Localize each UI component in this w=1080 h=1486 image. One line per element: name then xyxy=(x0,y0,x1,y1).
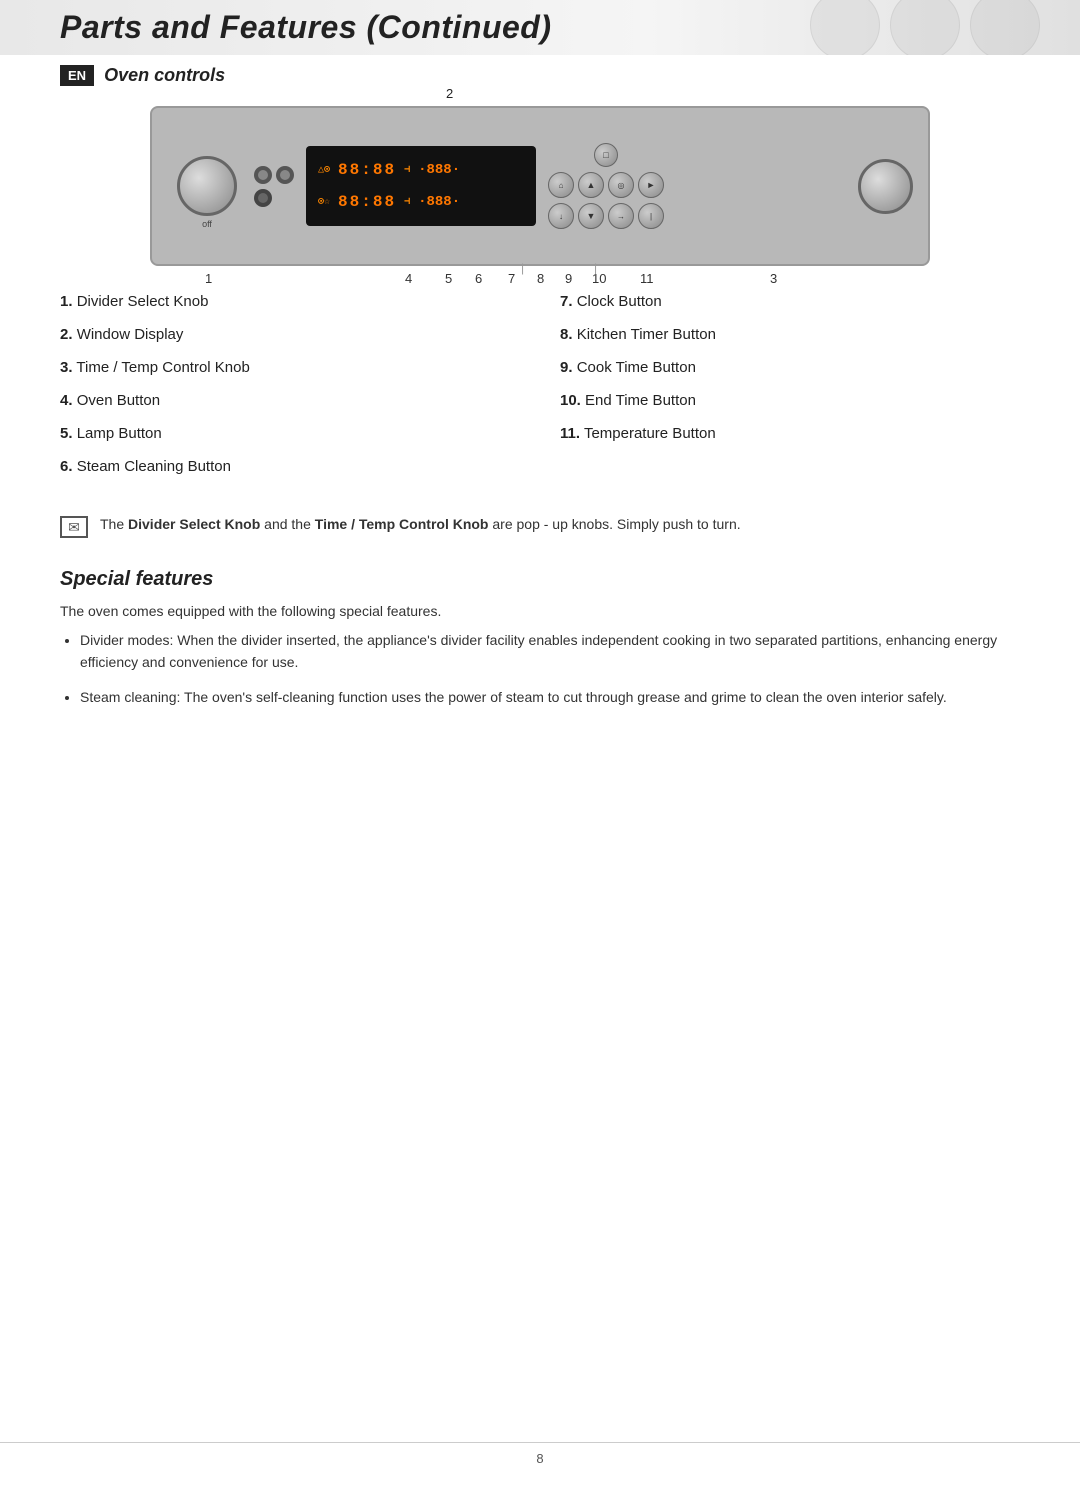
lamp-button[interactable]: ⌂ xyxy=(548,172,574,198)
part-item-10: 10. End Time Button xyxy=(560,390,1020,411)
part-num-3: 3. xyxy=(60,359,73,376)
page-footer: 8 xyxy=(0,1442,1080,1466)
diagram-num2-label: 2 xyxy=(446,86,453,101)
label-11: 11 xyxy=(640,271,654,286)
part-item-2: 2. Window Display xyxy=(60,324,520,345)
part-label-8: Kitchen Timer Button xyxy=(577,326,716,343)
part-item-1: 1. Divider Select Knob xyxy=(60,291,520,312)
oven-controls-label: Oven controls xyxy=(104,65,225,86)
note-text: The Divider Select Knob and the Time / T… xyxy=(100,514,741,535)
label-6: 6 xyxy=(475,271,482,286)
part-num-11: 11. xyxy=(560,425,580,442)
en-badge: EN xyxy=(60,65,94,86)
display-temp-2: ·888· xyxy=(418,194,460,210)
part-item-6: 6. Steam Cleaning Button xyxy=(60,456,520,477)
label-8: 8 xyxy=(537,271,544,286)
oven-diagram-container: 2 △⊙ xyxy=(150,106,930,271)
part-num-8: 8. xyxy=(560,326,573,343)
part-label-2: Window Display xyxy=(77,326,184,343)
indicators xyxy=(254,166,294,207)
display-digits-1: 88:88 xyxy=(338,161,396,179)
features-list: Divider modes: When the divider inserted… xyxy=(60,629,1020,708)
parts-list: 1. Divider Select Knob 2. Window Display… xyxy=(60,291,1020,489)
label-4: 4 xyxy=(405,271,412,286)
part-label-4: Oven Button xyxy=(77,392,160,409)
display-digits-2: 88:88 xyxy=(338,193,396,211)
part-label-3: Time / Temp Control Knob xyxy=(76,359,249,376)
special-features-section: Special features The oven comes equipped… xyxy=(60,568,1020,708)
oven-button[interactable]: □ xyxy=(594,143,618,167)
features-intro: The oven comes equipped with the followi… xyxy=(60,603,1020,619)
feature-item-1: Divider modes: When the divider inserted… xyxy=(80,629,1020,674)
circle-button[interactable]: ◎ xyxy=(608,172,634,198)
part-label-9: Cook Time Button xyxy=(577,359,696,376)
header-decoration xyxy=(810,0,1040,55)
parts-col-right: 7. Clock Button 8. Kitchen Timer Button … xyxy=(560,291,1020,489)
note-text-after: are pop - up knobs. Simply push to turn. xyxy=(488,516,740,532)
display-icon-2: ⊙☆ xyxy=(318,196,330,208)
part-label-1: Divider Select Knob xyxy=(77,293,209,310)
up-arrow[interactable]: ▲ xyxy=(578,172,604,198)
page-header: Parts and Features (Continued) xyxy=(0,0,1080,55)
time-temp-control-knob[interactable] xyxy=(858,159,913,214)
label-5: 5 xyxy=(445,271,452,286)
label-3: 3 xyxy=(770,271,777,286)
oven-control-panel: △⊙ 88:88 ⊣ ·888· ⊙☆ 88:88 ⊣ ·888· xyxy=(150,106,930,266)
part-label-5: Lamp Button xyxy=(77,425,162,442)
part-num-4: 4. xyxy=(60,392,73,409)
kitchen-timer-button[interactable]: | xyxy=(638,203,664,229)
part-item-4: 4. Oven Button xyxy=(60,390,520,411)
part-num-9: 9. xyxy=(560,359,573,376)
part-label-11: Temperature Button xyxy=(584,425,716,442)
down-arrow-button[interactable]: ▼ xyxy=(578,203,604,229)
diagram-label-row: 2 △⊙ xyxy=(60,106,1020,271)
note-bold-1: Divider Select Knob xyxy=(128,516,260,532)
part-num-10: 10. xyxy=(560,392,581,409)
part-item-8: 8. Kitchen Timer Button xyxy=(560,324,1020,345)
part-num-2: 2. xyxy=(60,326,73,343)
feature-item-2: Steam cleaning: The oven's self-cleaning… xyxy=(80,686,1020,708)
page-number: 8 xyxy=(536,1451,543,1466)
button-group: □ ⌂ ▲ ◎ ► ↓ ▼ → | xyxy=(548,143,664,229)
oven-controls-header: EN Oven controls xyxy=(60,65,1020,86)
part-num-7: 7. xyxy=(560,293,573,310)
right-arrow[interactable]: ► xyxy=(638,172,664,198)
part-label-7: Clock Button xyxy=(577,293,662,310)
display-icon-1: △⊙ xyxy=(318,164,330,176)
page-title: Parts and Features (Continued) xyxy=(60,9,552,46)
part-item-5: 5. Lamp Button xyxy=(60,423,520,444)
display-temp-1: ·888· xyxy=(418,162,460,178)
part-num-1: 1. xyxy=(60,293,73,310)
part-item-9: 9. Cook Time Button xyxy=(560,357,1020,378)
part-num-5: 5. xyxy=(60,425,73,442)
part-item-11: 11. Temperature Button xyxy=(560,423,1020,444)
parts-col-left: 1. Divider Select Knob 2. Window Display… xyxy=(60,291,520,489)
part-label-10: End Time Button xyxy=(585,392,696,409)
clock-button[interactable]: → xyxy=(608,203,634,229)
content-area: EN Oven controls 2 xyxy=(0,65,1080,760)
label-1: 1 xyxy=(205,271,212,286)
display-row-2: ⊙☆ 88:88 ⊣ ·888· xyxy=(318,193,524,211)
part-num-6: 6. xyxy=(60,458,73,475)
window-display: △⊙ 88:88 ⊣ ·888· ⊙☆ 88:88 ⊣ ·888· xyxy=(306,146,536,226)
label-9: 9 xyxy=(565,271,572,286)
special-features-title: Special features xyxy=(60,568,1020,591)
part-item-3: 3. Time / Temp Control Knob xyxy=(60,357,520,378)
steam-cleaning-button[interactable]: ↓ xyxy=(548,203,574,229)
note-icon xyxy=(60,516,88,538)
note-box: The Divider Select Knob and the Time / T… xyxy=(60,514,1020,538)
part-item-7: 7. Clock Button xyxy=(560,291,1020,312)
part-label-6: Steam Cleaning Button xyxy=(77,458,231,475)
divider-select-knob[interactable] xyxy=(177,156,237,216)
display-row-1: △⊙ 88:88 ⊣ ·888· xyxy=(318,161,524,179)
note-bold-2: Time / Temp Control Knob xyxy=(315,516,489,532)
label-7: 7 xyxy=(508,271,515,286)
